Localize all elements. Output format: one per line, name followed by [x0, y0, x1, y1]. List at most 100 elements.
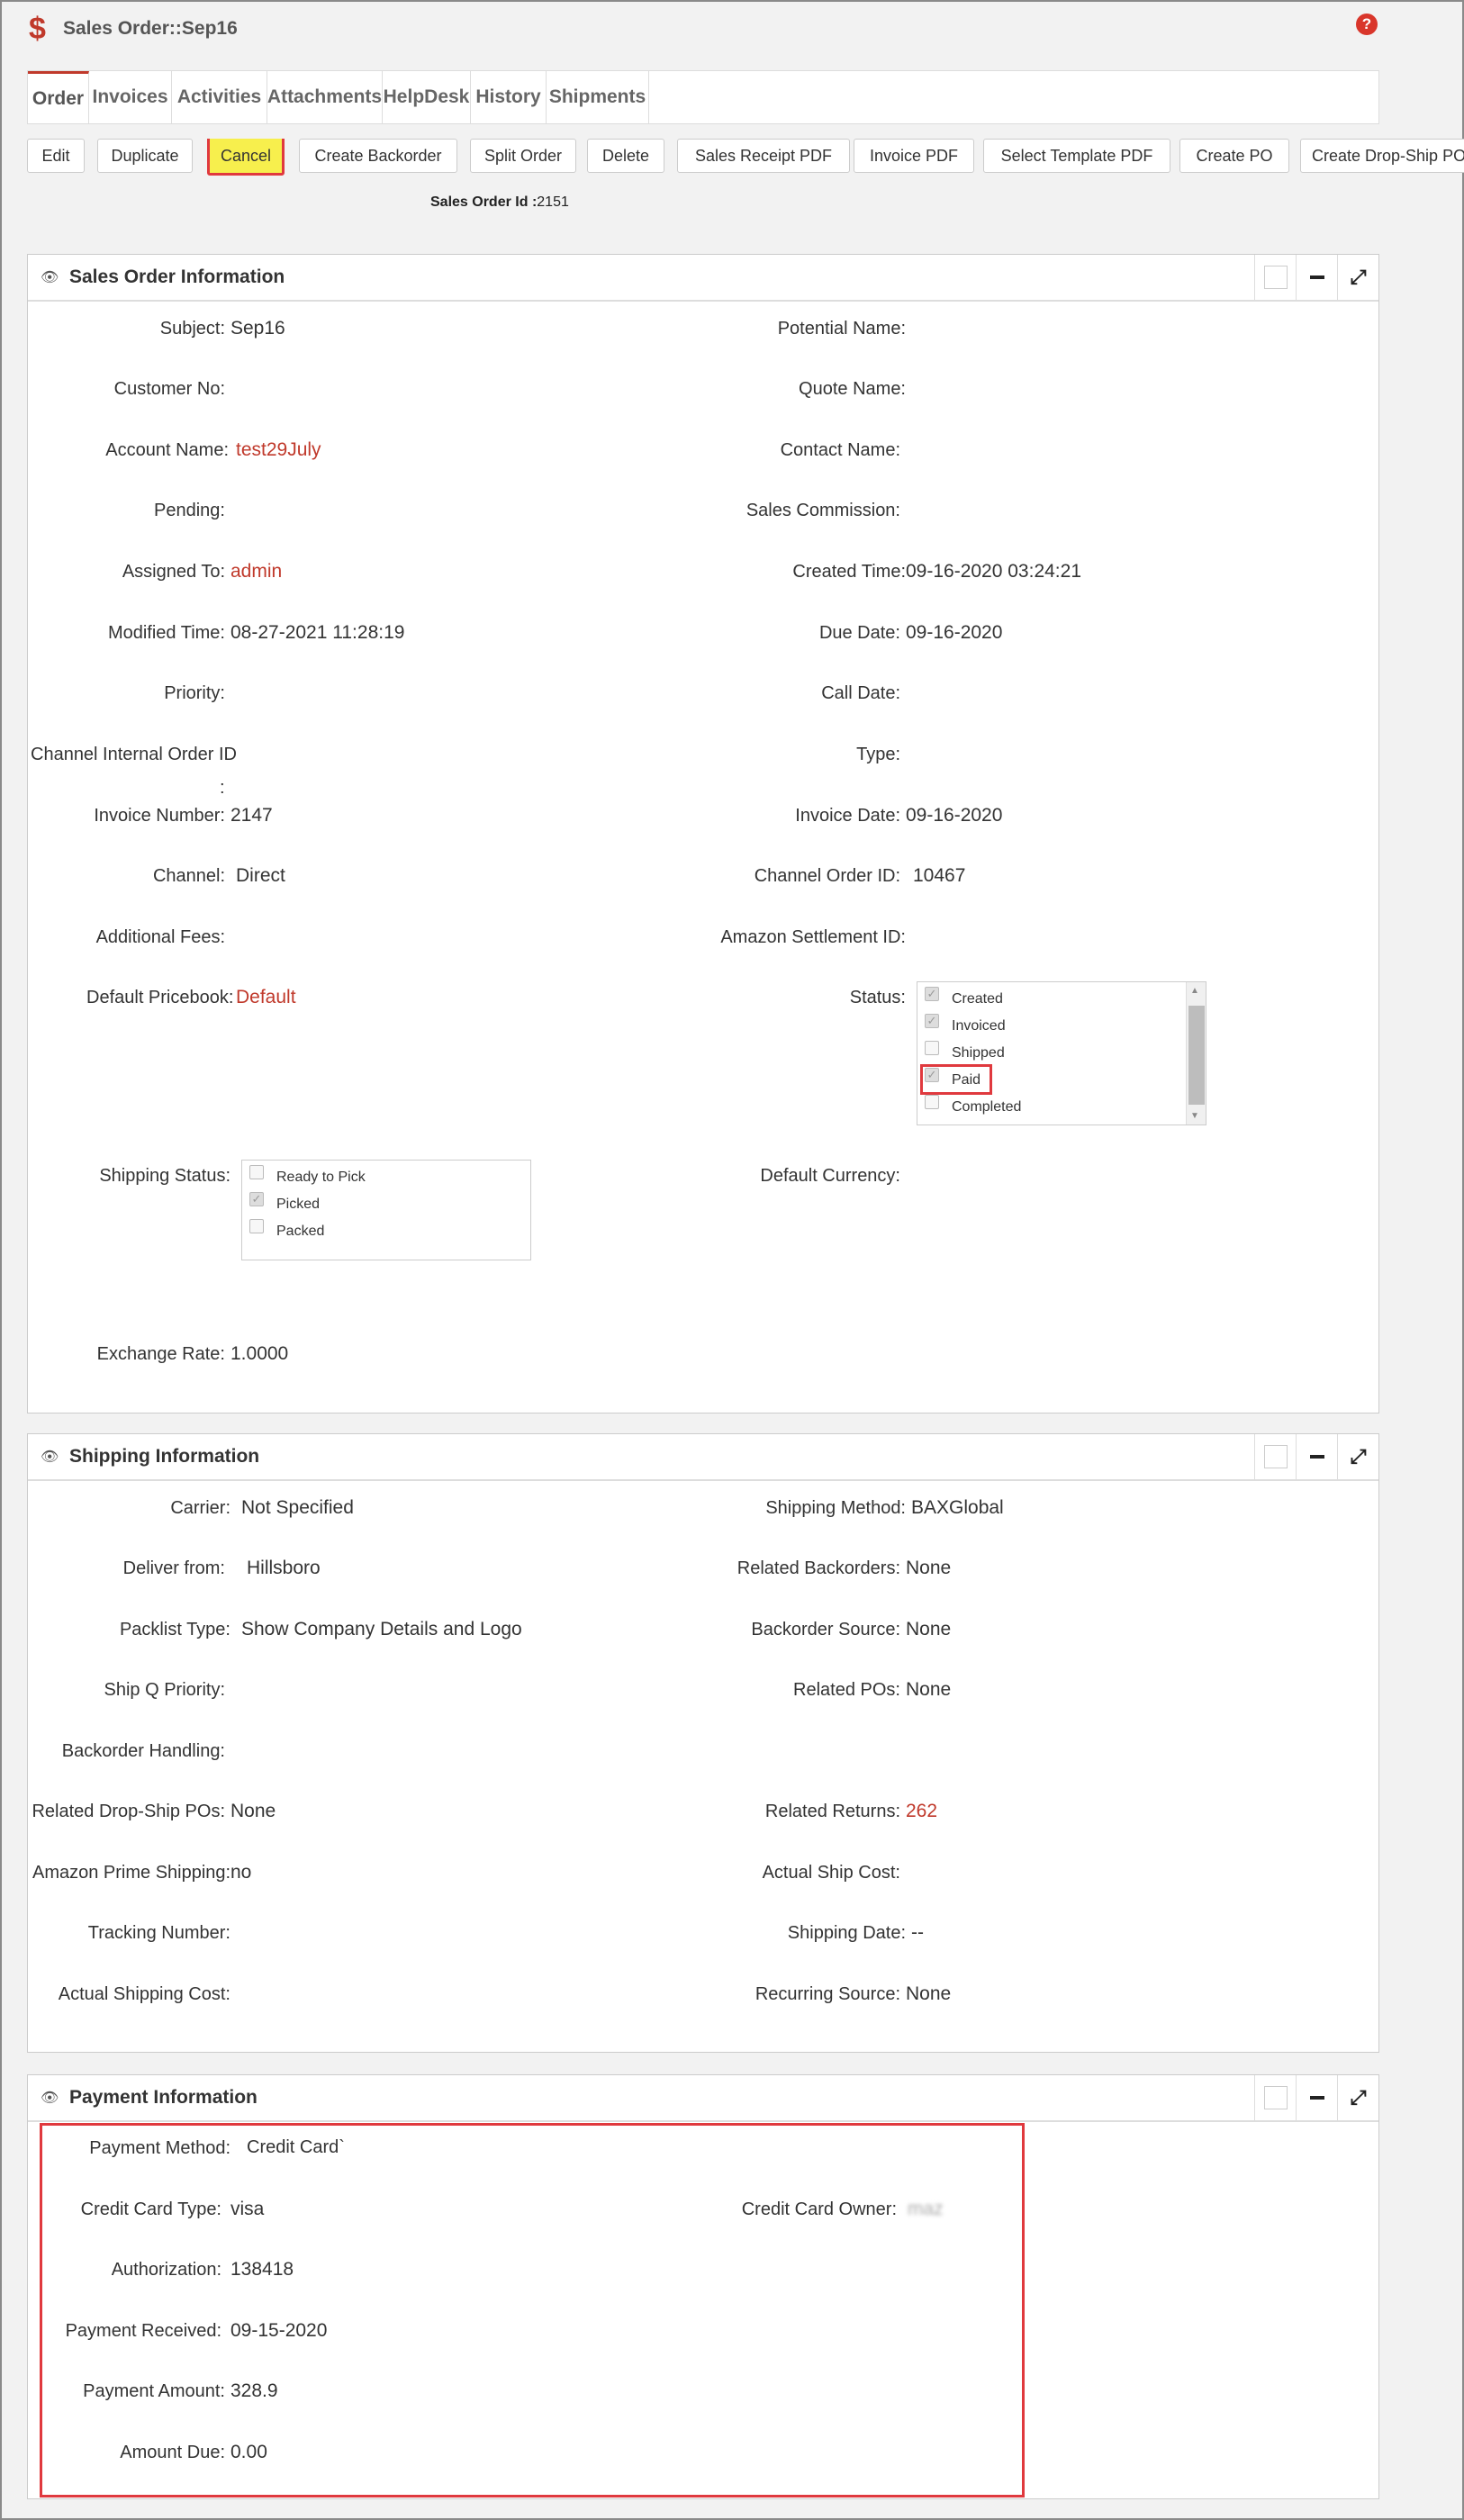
panel-header: 👁 Shipping Information ⤢ [28, 1434, 1378, 1481]
modified-time-label: Modified Time: [107, 623, 225, 643]
expand-icon[interactable]: ⤢ [1337, 2075, 1378, 2120]
amazon-prime-shipping-label: Amazon Prime Shipping: [32, 1863, 231, 1883]
panel-title: Sales Order Information [69, 266, 285, 287]
status-option-completed[interactable]: Completed [925, 1095, 1021, 1115]
shipping-status-multiselect[interactable]: Ready to Pick ✓ Picked Packed [241, 1160, 531, 1260]
eye-icon[interactable]: 👁 [41, 1448, 60, 1466]
duplicate-button[interactable]: Duplicate [97, 139, 193, 173]
packlist-type-value: Show Company Details and Logo [241, 1619, 522, 1639]
status-option-created[interactable]: ✓ Created [925, 987, 1003, 1007]
backorder-source-value: None [906, 1619, 952, 1639]
subject-label: Subject: [159, 319, 225, 339]
tab-helpdesk[interactable]: HelpDesk [383, 71, 471, 123]
status-option-invoiced[interactable]: ✓ Invoiced [925, 1014, 1006, 1034]
cancel-button[interactable]: Cancel [207, 139, 285, 176]
scroll-thumb[interactable] [1188, 1006, 1205, 1105]
action-toolbar: Edit Duplicate Cancel Create Backorder S… [27, 139, 1464, 176]
status-multiselect[interactable]: ✓ Created ✓ Invoiced Shipped ✓ Paid Complet… [917, 981, 1206, 1125]
amazon-prime-shipping-value: no [230, 1862, 252, 1883]
tab-history[interactable]: History [471, 71, 547, 123]
edit-button[interactable]: Edit [27, 139, 85, 173]
create-backorder-button[interactable]: Create Backorder [299, 139, 457, 173]
status-option-shipped[interactable]: Shipped [925, 1041, 1005, 1061]
status-scrollbar[interactable]: ▲ ▼ [1186, 982, 1206, 1125]
invoice-date-label: Invoice Date: [795, 806, 900, 826]
checkbox-icon[interactable] [249, 1165, 264, 1179]
sales-receipt-pdf-button[interactable]: Sales Receipt PDF [677, 139, 850, 173]
quote-name-label: Quote Name: [799, 379, 906, 399]
created-time-value: 09-16-2020 03:24:21 [906, 561, 1081, 582]
related-returns-label: Related Returns: [764, 1802, 900, 1821]
default-pricebook-link[interactable]: Default [236, 987, 296, 1008]
minimize-icon[interactable] [1296, 1434, 1337, 1479]
type-label: Type: [856, 745, 900, 764]
pending-label: Pending: [154, 501, 225, 520]
checkbox-icon[interactable] [249, 1219, 264, 1233]
help-icon[interactable]: ? [1356, 14, 1378, 35]
shipping-status-label: Shipping Status: [99, 1166, 230, 1186]
delete-button[interactable]: Delete [587, 139, 664, 173]
checkbox-icon[interactable] [1254, 1434, 1296, 1479]
due-date-label: Due Date: [818, 623, 900, 643]
channel-order-id-value: 10467 [913, 865, 966, 886]
created-time-label: Created Time: [792, 562, 906, 582]
related-returns-link[interactable]: 262 [906, 1801, 937, 1822]
sales-commission-label: Sales Commission: [746, 501, 900, 520]
invoice-pdf-button[interactable]: Invoice PDF [854, 139, 974, 173]
ship-q-priority-label: Ship Q Priority: [104, 1680, 225, 1700]
minimize-icon[interactable] [1296, 2075, 1337, 2120]
shipping-option-ready-to-pick[interactable]: Ready to Pick [249, 1165, 366, 1186]
split-order-button[interactable]: Split Order [470, 139, 576, 173]
tab-order[interactable]: Order [28, 71, 89, 123]
tab-activities[interactable]: Activities [172, 71, 267, 123]
shipping-method-label: Shipping Method: [765, 1498, 906, 1518]
channel-order-id-label: Channel Order ID: [754, 866, 900, 886]
shipping-option-picked[interactable]: ✓ Picked [249, 1192, 320, 1213]
checkbox-icon[interactable] [925, 1041, 939, 1055]
tab-shipments[interactable]: Shipments [547, 71, 649, 123]
app-header: $ Sales Order::Sep16 [29, 11, 238, 47]
checkbox-icon[interactable] [1254, 255, 1296, 300]
checkbox-checked-icon[interactable]: ✓ [925, 1014, 939, 1028]
sales-order-info-panel: 👁 Sales Order Information ⤢ [27, 254, 1379, 1414]
panel-tools: ⤢ [1254, 1434, 1378, 1479]
paid-highlight-box [920, 1064, 992, 1095]
checkbox-icon[interactable] [1254, 2075, 1296, 2120]
scroll-down-icon[interactable]: ▼ [1190, 1111, 1199, 1121]
dollar-icon: $ [29, 12, 46, 46]
related-pos-label: Related POs: [793, 1680, 900, 1700]
checkbox-checked-icon[interactable]: ✓ [249, 1192, 264, 1206]
account-name-link[interactable]: test29July [236, 439, 321, 461]
related-dropship-pos-value: None [230, 1801, 276, 1821]
deliver-from-value: Hillsboro [247, 1558, 321, 1578]
assigned-to-link[interactable]: admin [230, 561, 282, 583]
eye-icon[interactable]: 👁 [41, 268, 60, 286]
eye-icon[interactable]: 👁 [41, 2089, 60, 2107]
scroll-up-icon[interactable]: ▲ [1190, 986, 1199, 996]
panel-title: Payment Information [69, 2087, 258, 2108]
payment-highlight-box [40, 2123, 1025, 2497]
customer-no-label: Customer No: [113, 379, 225, 399]
checkbox-checked-icon[interactable]: ✓ [925, 987, 939, 1001]
create-dropship-po-button[interactable]: Create Drop-Ship PO [1300, 139, 1464, 173]
actual-ship-cost-label: Actual Ship Cost: [762, 1863, 900, 1883]
tab-invoices[interactable]: Invoices [89, 71, 172, 123]
channel-value: Direct [236, 865, 285, 886]
create-po-button[interactable]: Create PO [1179, 139, 1289, 173]
tab-attachments[interactable]: Attachments [267, 71, 383, 123]
assigned-to-label: Assigned To: [122, 562, 225, 582]
account-name-label: Account Name: [105, 440, 229, 460]
call-date-label: Call Date: [821, 683, 900, 703]
tab-bar: Order Invoices Activities Attachments He… [27, 70, 1379, 124]
checkbox-icon[interactable] [925, 1095, 939, 1109]
status-label: Status: [849, 988, 906, 1007]
select-template-pdf-button[interactable]: Select Template PDF [983, 139, 1170, 173]
expand-icon[interactable]: ⤢ [1337, 255, 1378, 300]
invoice-date-value: 09-16-2020 [906, 805, 1003, 826]
carrier-label: Carrier: [170, 1498, 230, 1518]
expand-icon[interactable]: ⤢ [1337, 1434, 1378, 1479]
minimize-icon[interactable] [1296, 255, 1337, 300]
sales-order-id-value: 2151 [537, 194, 569, 210]
related-dropship-pos-label: Related Drop-Ship POs: [32, 1802, 225, 1821]
shipping-option-packed[interactable]: Packed [249, 1219, 324, 1240]
